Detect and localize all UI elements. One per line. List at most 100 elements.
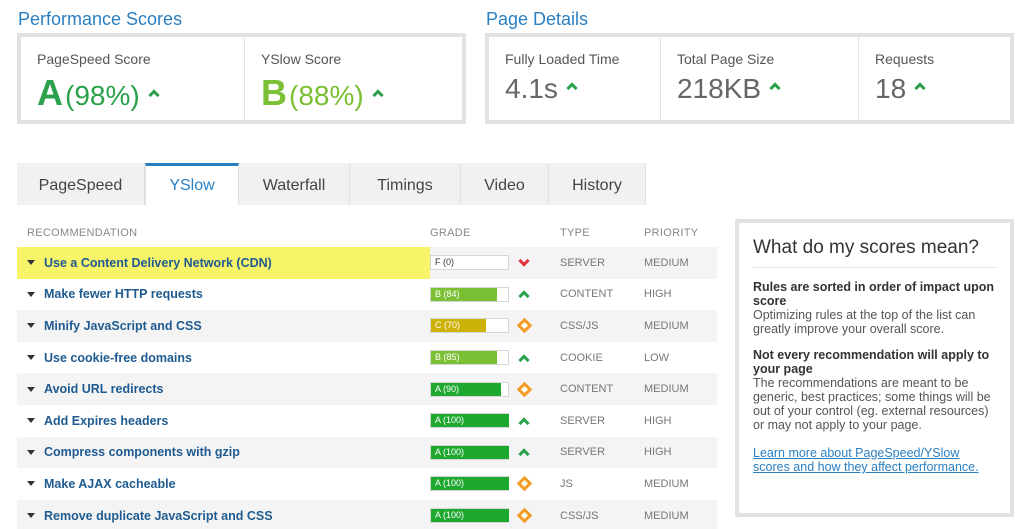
- grade-cell: A (100): [430, 444, 560, 461]
- diamond-icon: [516, 381, 532, 397]
- priority-cell: MEDIUM: [644, 383, 689, 396]
- recommendations-table: RECOMMENDATION GRADE TYPE PRIORITY Use a…: [17, 219, 717, 529]
- recommendation-cell[interactable]: Minify JavaScript and CSS: [17, 310, 430, 342]
- pagespeed-grade: A: [37, 72, 63, 113]
- grade-bar: B (84): [430, 286, 509, 302]
- grade-cell: A (100): [430, 476, 560, 492]
- recommendation-cell[interactable]: Use cookie-free domains: [17, 342, 430, 374]
- table-row[interactable]: Remove duplicate JavaScript and CSS A (10…: [17, 499, 717, 529]
- type-cell: CSS/JS: [560, 509, 599, 522]
- priority-cell: MEDIUM: [644, 256, 689, 269]
- table-row[interactable]: Avoid URL redirects A (90) CONTENT MEDIUM: [17, 373, 717, 405]
- grade-bar: B (85): [430, 350, 509, 366]
- page-size-label: Total Page Size: [677, 51, 775, 67]
- type-cell: SERVER: [560, 414, 606, 427]
- table-row[interactable]: Use cookie-free domains B (85) COOKIE LOW: [17, 341, 717, 374]
- tab-yslow[interactable]: YSlow: [145, 163, 239, 205]
- table-header: RECOMMENDATION GRADE TYPE PRIORITY: [17, 219, 717, 247]
- recommendation-name[interactable]: Minify JavaScript and CSS: [44, 319, 202, 333]
- tab-video[interactable]: Video: [461, 163, 549, 205]
- recommendation-name[interactable]: Add Expires headers: [44, 414, 168, 428]
- expand-triangle-icon[interactable]: [27, 481, 35, 487]
- recommendation-cell[interactable]: Make AJAX cacheable: [17, 468, 430, 500]
- grade-cell: C (70): [430, 318, 560, 334]
- grade-bar: F (0): [430, 255, 509, 271]
- recommendation-name[interactable]: Avoid URL redirects: [44, 382, 163, 396]
- grade-label: F (0): [435, 257, 454, 268]
- recommendation-name[interactable]: Use cookie-free domains: [44, 351, 192, 365]
- expand-triangle-icon[interactable]: [27, 418, 35, 424]
- recommendation-cell[interactable]: Avoid URL redirects: [17, 373, 430, 405]
- requests-label: Requests: [875, 51, 935, 67]
- tab-timings[interactable]: Timings: [350, 163, 461, 205]
- priority-cell: HIGH: [644, 288, 672, 301]
- grade-label: A (90): [435, 383, 460, 394]
- grade-cell: F (0): [430, 255, 560, 271]
- expand-triangle-icon[interactable]: [27, 323, 35, 329]
- recommendation-name[interactable]: Use a Content Delivery Network (CDN): [44, 256, 272, 270]
- tab-pagespeed[interactable]: PageSpeed: [17, 163, 145, 205]
- grade-bar: A (100): [430, 476, 509, 492]
- learn-more-link[interactable]: Learn more about PageSpeed/YSlow scores …: [753, 446, 996, 474]
- diamond-icon: [516, 507, 532, 524]
- table-row[interactable]: Make fewer HTTP requests B (84) CONTENT HIG…: [17, 278, 717, 311]
- grade-bar: A (100): [430, 508, 509, 524]
- fully-loaded-card: Fully Loaded Time 4.1s: [489, 37, 661, 120]
- expand-triangle-icon[interactable]: [27, 386, 35, 392]
- priority-cell: HIGH: [644, 414, 672, 427]
- chevron-down-icon: [517, 255, 531, 270]
- page-details-panel: Fully Loaded Time 4.1s Total Page Size 2…: [485, 33, 1014, 124]
- recommendation-name[interactable]: Make AJAX cacheable: [44, 477, 176, 491]
- tab-history[interactable]: History: [549, 163, 646, 205]
- type-cell: COOKIE: [560, 351, 603, 364]
- help-text-applicability: The recommendations are meant to be gene…: [753, 376, 991, 432]
- chevron-up-icon: [517, 351, 531, 366]
- table-row[interactable]: Use a Content Delivery Network (CDN) F (0…: [17, 247, 717, 279]
- table-row[interactable]: Add Expires headers A (100) SERVER HIGH: [17, 404, 717, 437]
- grade-label: B (84): [435, 288, 460, 299]
- page-details-title: Page Details: [486, 9, 589, 29]
- page-size-value: 218KB: [677, 73, 762, 104]
- recommendation-cell[interactable]: Compress components with gzip: [17, 437, 430, 469]
- expand-triangle-icon[interactable]: [27, 449, 35, 455]
- grade-cell: B (84): [430, 286, 560, 303]
- pagespeed-percent: (98%): [65, 80, 140, 111]
- pagespeed-score-label: PageSpeed Score: [37, 51, 151, 67]
- chevron-up-icon: [769, 82, 781, 94]
- expand-triangle-icon[interactable]: [27, 291, 35, 297]
- grade-cell: A (90): [430, 381, 560, 397]
- priority-cell: HIGH: [644, 446, 672, 459]
- recommendation-name[interactable]: Make fewer HTTP requests: [44, 287, 203, 301]
- performance-scores-panel: PageSpeed Score A (98%) YSlow Score B (8…: [17, 33, 466, 124]
- header-type: TYPE: [560, 227, 590, 239]
- table-row[interactable]: Minify JavaScript and CSS C (70) CSS/JS MED…: [17, 310, 717, 342]
- table-row[interactable]: Compress components with gzip A (100) SERV…: [17, 436, 717, 469]
- recommendation-name[interactable]: Remove duplicate JavaScript and CSS: [44, 509, 273, 523]
- recommendation-cell[interactable]: Remove duplicate JavaScript and CSS: [17, 500, 430, 529]
- grade-bar: C (70): [430, 318, 509, 334]
- table-row[interactable]: Make AJAX cacheable A (100) JS MEDIUM: [17, 468, 717, 500]
- report-tabs: PageSpeed YSlow Waterfall Timings Video …: [17, 163, 646, 205]
- recommendation-cell[interactable]: Make fewer HTTP requests: [17, 279, 430, 311]
- recommendation-cell[interactable]: Use a Content Delivery Network (CDN): [17, 247, 430, 279]
- requests-value: 18: [875, 73, 907, 104]
- chevron-up-icon: [566, 82, 578, 94]
- type-cell: CSS/JS: [560, 319, 599, 332]
- expand-triangle-icon[interactable]: [27, 513, 35, 519]
- grade-label: C (70): [435, 320, 461, 331]
- recommendation-name[interactable]: Compress components with gzip: [44, 445, 240, 459]
- grade-label: A (100): [435, 415, 465, 426]
- table-body: Use a Content Delivery Network (CDN) F (0…: [17, 247, 717, 529]
- expand-triangle-icon[interactable]: [27, 260, 35, 266]
- grade-cell: A (100): [430, 507, 560, 524]
- type-cell: SERVER: [560, 446, 606, 459]
- priority-cell: MEDIUM: [644, 319, 689, 332]
- priority-cell: MEDIUM: [644, 509, 689, 522]
- expand-triangle-icon[interactable]: [27, 355, 35, 361]
- type-cell: JS: [560, 477, 573, 490]
- grade-bar: A (100): [430, 413, 509, 429]
- recommendation-cell[interactable]: Add Expires headers: [17, 405, 430, 437]
- tab-waterfall[interactable]: Waterfall: [239, 163, 350, 205]
- yslow-score-card: YSlow Score B (88%): [245, 37, 462, 120]
- priority-cell: MEDIUM: [644, 477, 689, 490]
